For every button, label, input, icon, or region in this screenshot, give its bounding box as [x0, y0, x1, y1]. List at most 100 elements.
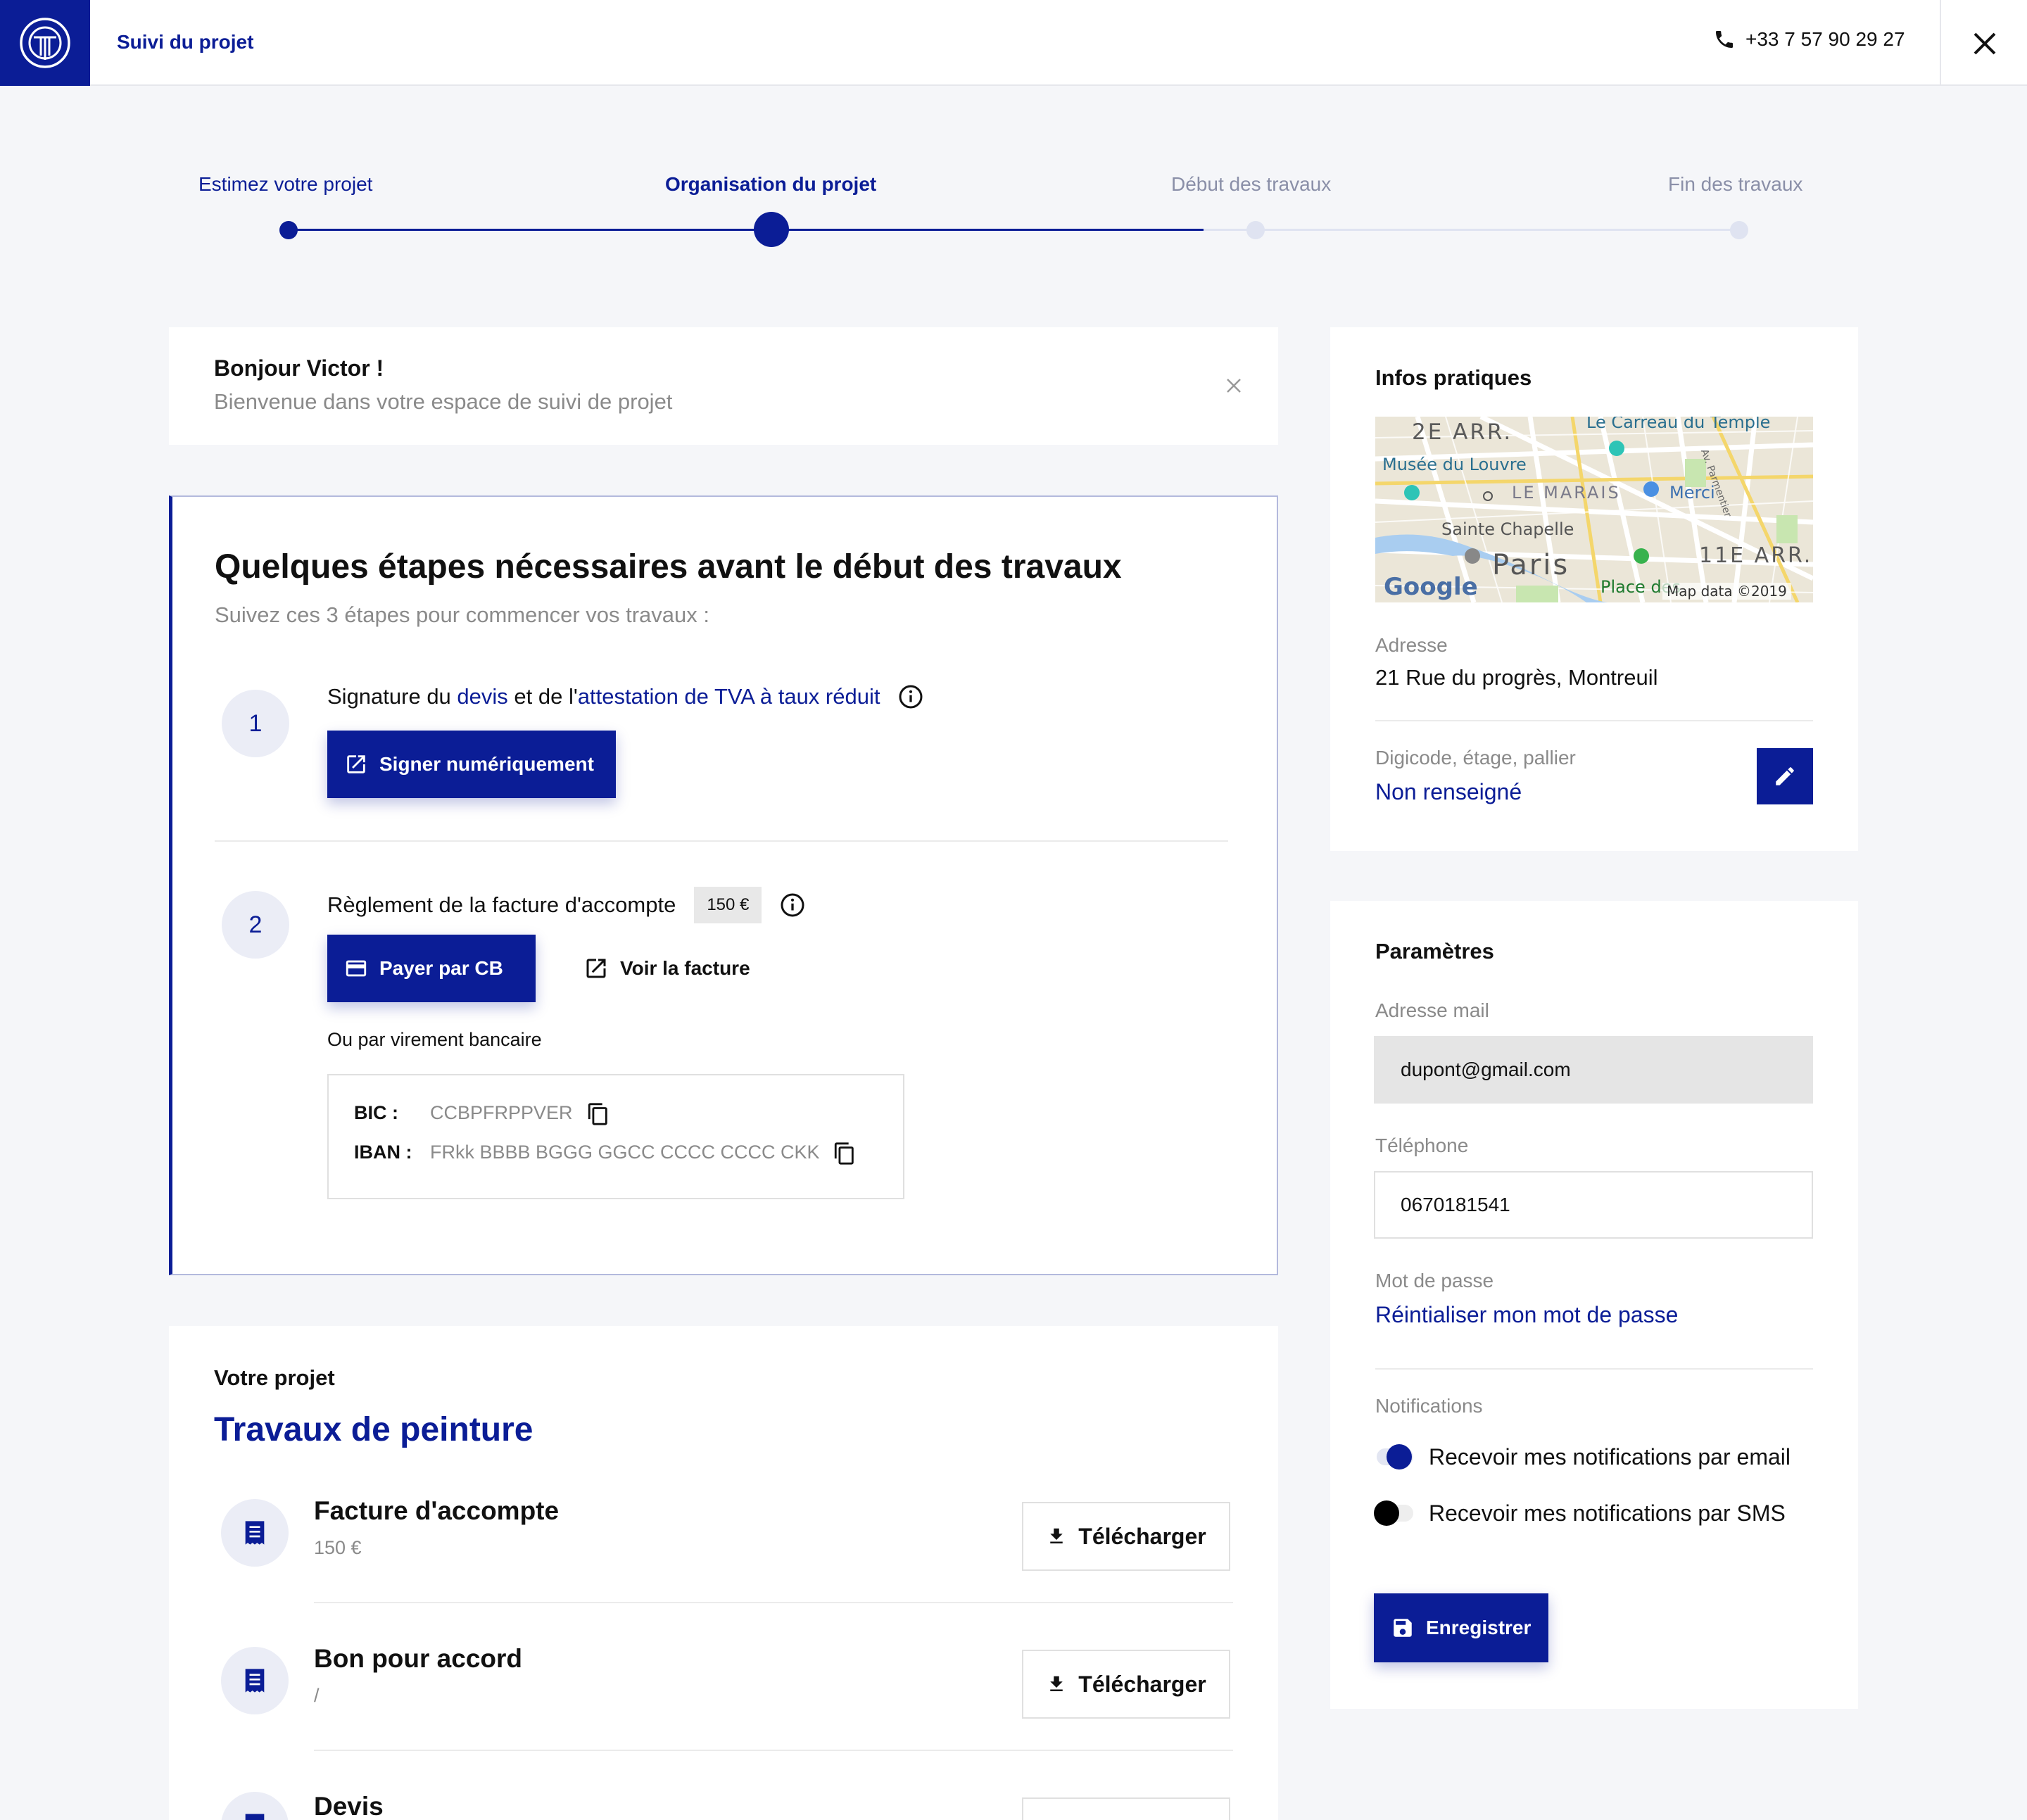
step-dot-end: [1730, 221, 1748, 239]
settings-divider: [1375, 1368, 1813, 1370]
pay-card-button[interactable]: Payer par CB: [327, 935, 536, 1002]
view-invoice-label: Voir la facture: [620, 957, 750, 979]
sign-digitally-label: Signer numériquement: [379, 753, 594, 775]
document-icon: [221, 1792, 289, 1820]
notifications-label: Notifications: [1375, 1395, 1483, 1417]
steps-divider: [215, 840, 1228, 842]
infos-divider: [1375, 720, 1813, 721]
google-logo: Google: [1384, 573, 1478, 601]
phone-label: Téléphone: [1375, 1135, 1469, 1156]
step-number: 2: [222, 891, 289, 959]
header-separator: [1940, 0, 1941, 86]
document-title: Devis: [314, 1792, 384, 1820]
copy-icon[interactable]: [833, 1142, 857, 1165]
map-label: Paris: [1492, 549, 1570, 581]
step2-text: Règlement de la facture d'accompte 150 €: [327, 887, 805, 923]
phone-field[interactable]: 0670181541: [1374, 1171, 1813, 1239]
digicode-label: Digicode, étage, pallier: [1375, 747, 1576, 769]
document-icon: [221, 1647, 289, 1714]
logo-icon: [20, 18, 70, 68]
download-button[interactable]: [1022, 1797, 1230, 1820]
download-icon: [1050, 1528, 1063, 1543]
receipt-icon: [245, 1521, 265, 1545]
steps-title: Quelques étapes nécessaires avant le déb…: [215, 548, 1122, 586]
address-value: 21 Rue du progrès, Montreuil: [1375, 665, 1658, 690]
copy-icon[interactable]: [586, 1102, 610, 1126]
document-icon: [221, 1499, 289, 1567]
logo[interactable]: [0, 0, 90, 86]
bic-label: BIC :: [354, 1102, 398, 1123]
info-icon[interactable]: [780, 892, 805, 918]
map-label: LE MARAIS: [1512, 483, 1621, 503]
project-label: Votre projet: [214, 1365, 335, 1390]
map-attribution: Map data ©2019: [1662, 583, 1791, 600]
welcome-title: Bonjour Victor !: [214, 355, 384, 381]
iban-value[interactable]: FRkk BBBB BGGG GGCC CCCC CCCC CKK: [430, 1142, 820, 1163]
step-dot-organisation: [754, 212, 789, 247]
email-notification-toggle[interactable]: [1374, 1444, 1416, 1470]
steps-subtitle: Suivez ces 3 étapes pour commencer vos t…: [215, 602, 709, 627]
step1-text-mid: et de l': [507, 684, 578, 709]
step-label-organisation: Organisation du projet: [665, 173, 877, 195]
download-icon: [1050, 1676, 1063, 1691]
settings-card: Paramètres Adresse mail dupont@gmail.com…: [1330, 901, 1858, 1709]
bank-details-box: BIC : CCBPFRPPVER IBAN : FRkk BBBB BGGG …: [327, 1074, 904, 1199]
attestation-link[interactable]: attestation de TVA à taux réduit: [578, 684, 880, 709]
download-button[interactable]: Télécharger: [1022, 1502, 1230, 1571]
location-map[interactable]: 2E ARR. Le Carreau du Temple Musée du Lo…: [1375, 417, 1813, 602]
save-button[interactable]: Enregistrer: [1374, 1593, 1548, 1662]
step-dot-start: [1246, 221, 1265, 239]
phone-number: +33 7 57 90 29 27: [1745, 28, 1905, 50]
step1-text: Signature du devis et de l' attestation …: [327, 684, 923, 709]
external-edit-icon: [347, 755, 365, 773]
bic-value[interactable]: CCBPFRPPVER: [430, 1102, 573, 1124]
email-label: Adresse mail: [1375, 999, 1489, 1021]
step-label-start: Début des travaux: [1171, 173, 1332, 195]
progress-line-done: [289, 229, 1204, 231]
pay-card-label: Payer par CB: [379, 957, 503, 979]
step-number: 1: [222, 690, 289, 757]
progress-line-todo: [1204, 229, 1738, 231]
document-subtitle: /: [314, 1685, 320, 1706]
document-divider: [314, 1750, 1233, 1751]
step-label-estimate: Estimez votre projet: [198, 173, 373, 195]
map-label: Merci: [1669, 483, 1715, 503]
credit-card-icon: [346, 960, 367, 977]
reset-password-link[interactable]: Réintialiser mon mot de passe: [1375, 1302, 1678, 1328]
phone-contact[interactable]: +33 7 57 90 29 27: [1713, 28, 1905, 51]
receipt-icon: [245, 1814, 265, 1820]
map-label: Musée du Louvre: [1382, 455, 1527, 474]
save-icon: [1394, 1619, 1412, 1637]
step1-text-prefix: Signature du: [327, 684, 457, 709]
map-label: 11E ARR.: [1699, 543, 1813, 568]
devis-link[interactable]: devis: [457, 684, 507, 709]
pencil-icon: [1776, 767, 1794, 785]
document-title: Facture d'accompte: [314, 1496, 560, 1525]
sms-notification-toggle[interactable]: [1374, 1500, 1416, 1526]
close-icon[interactable]: [1226, 378, 1242, 393]
edit-button[interactable]: [1757, 748, 1813, 804]
document-subtitle: 150 €: [314, 1537, 362, 1558]
step2-text-label: Règlement de la facture d'accompte: [327, 892, 676, 917]
app-title: Suivi du projet: [117, 31, 254, 53]
digicode-value: Non renseigné: [1375, 779, 1522, 804]
map-label: Le Carreau du Temple: [1586, 417, 1771, 432]
email-field[interactable]: dupont@gmail.com: [1374, 1036, 1813, 1104]
download-button[interactable]: Télécharger: [1022, 1650, 1230, 1719]
step-label-end: Fin des travaux: [1668, 173, 1803, 195]
settings-title: Paramètres: [1375, 939, 1494, 963]
sms-notification-label: Recevoir mes notifications par SMS: [1429, 1500, 1786, 1526]
bank-transfer-text: Ou par virement bancaire: [327, 1029, 542, 1050]
save-label: Enregistrer: [1426, 1617, 1532, 1638]
infos-title: Infos pratiques: [1375, 365, 1532, 390]
download-label: Télécharger: [1078, 1671, 1206, 1697]
sign-digitally-button[interactable]: Signer numériquement: [327, 731, 616, 798]
receipt-icon: [245, 1669, 265, 1693]
email-notification-label: Recevoir mes notifications par email: [1429, 1444, 1791, 1470]
document-divider: [314, 1602, 1233, 1603]
close-icon[interactable]: [1971, 30, 1999, 58]
iban-label: IBAN :: [354, 1142, 412, 1163]
view-invoice-link[interactable]: Voir la facture: [583, 956, 750, 981]
welcome-subtitle: Bienvenue dans votre espace de suivi de …: [214, 389, 673, 414]
info-icon[interactable]: [898, 684, 923, 709]
